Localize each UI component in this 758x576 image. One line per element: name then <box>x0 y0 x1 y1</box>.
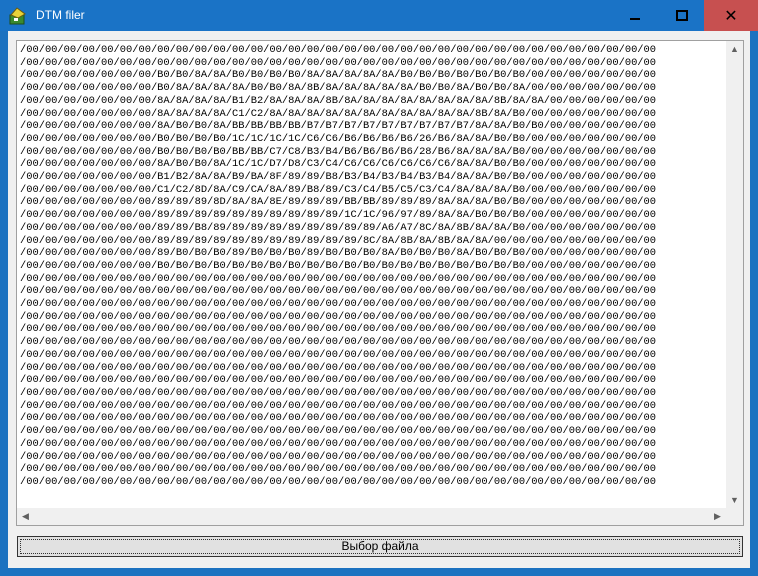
app-window: DTM filer ✕ /00/00/00/00/00/00/00/00/00/… <box>0 0 758 576</box>
memo-line: /00/00/00/00/00/00/00/00/00/00/00/00/00/… <box>20 475 657 488</box>
memo-line: /00/00/00/00/00/00/00/B0/B0/B0/B0/B0/B0/… <box>20 259 657 272</box>
maximize-button[interactable] <box>658 0 704 31</box>
memo-line: /00/00/00/00/00/00/00/89/89/89/89/89/89/… <box>20 209 657 222</box>
memo-line: /00/00/00/00/00/00/00/89/89/89/8D/8A/8A/… <box>20 196 657 209</box>
memo-line: /00/00/00/00/00/00/00/B0/8A/8A/8A/8A/B0/… <box>20 82 657 95</box>
scroll-left-icon[interactable]: ◀ <box>17 508 34 525</box>
select-file-button[interactable]: Выбор файла <box>17 536 743 557</box>
memo-line: /00/00/00/00/00/00/00/89/89/89/89/89/89/… <box>20 234 657 247</box>
memo-line: /00/00/00/00/00/00/00/00/00/00/00/00/00/… <box>20 56 657 69</box>
memo-line: /00/00/00/00/00/00/00/00/00/00/00/00/00/… <box>20 44 657 56</box>
memo-line: /00/00/00/00/00/00/00/B0/B0/B0/B0/BB/BB/… <box>20 145 657 158</box>
scroll-up-icon[interactable]: ▲ <box>726 41 743 58</box>
app-icon <box>9 7 26 25</box>
memo-line: /00/00/00/00/00/00/00/8A/B0/B0/8A/BB/BB/… <box>20 120 657 133</box>
memo-line: /00/00/00/00/00/00/00/00/00/00/00/00/00/… <box>20 348 657 361</box>
memo-line: /00/00/00/00/00/00/00/00/00/00/00/00/00/… <box>20 323 657 336</box>
close-button[interactable]: ✕ <box>704 0 758 31</box>
memo-line: /00/00/00/00/00/00/00/00/00/00/00/00/00/… <box>20 386 657 399</box>
client-area: /00/00/00/00/00/00/00/00/00/00/00/00/00/… <box>8 31 750 568</box>
memo-line: /00/00/00/00/00/00/00/00/00/00/00/00/00/… <box>20 298 657 311</box>
memo-line: /00/00/00/00/00/00/00/00/00/00/00/00/00/… <box>20 285 657 298</box>
vertical-scrollbar[interactable]: ▲ ▼ <box>726 41 743 509</box>
memo-line: /00/00/00/00/00/00/00/B1/B2/8A/8A/B9/BA/… <box>20 171 657 184</box>
memo-line: /00/00/00/00/00/00/00/00/00/00/00/00/00/… <box>20 310 657 323</box>
memo-line: /00/00/00/00/00/00/00/00/00/00/00/00/00/… <box>20 412 657 425</box>
scroll-right-icon[interactable]: ▶ <box>709 508 726 525</box>
memo-line: /00/00/00/00/00/00/00/B0/B0/8A/8A/B0/B0/… <box>20 69 657 82</box>
memo-textarea[interactable]: /00/00/00/00/00/00/00/00/00/00/00/00/00/… <box>16 40 744 526</box>
memo-line: /00/00/00/00/00/00/00/00/00/00/00/00/00/… <box>20 361 657 374</box>
memo-line: /00/00/00/00/00/00/00/B0/B0/B0/B0/1C/1C/… <box>20 132 657 145</box>
memo-line: /00/00/00/00/00/00/00/8A/B0/B0/8A/1C/1C/… <box>20 158 657 171</box>
minimize-icon <box>630 18 640 20</box>
memo-line: /00/00/00/00/00/00/00/89/B0/B0/B0/89/B0/… <box>20 247 657 260</box>
memo-line: /00/00/00/00/00/00/00/00/00/00/00/00/00/… <box>20 450 657 463</box>
memo-line: /00/00/00/00/00/00/00/00/00/00/00/00/00/… <box>20 399 657 412</box>
close-icon: ✕ <box>724 6 738 25</box>
memo-line: /00/00/00/00/00/00/00/8A/8A/8A/8A/B1/B2/… <box>20 94 657 107</box>
memo-line: /00/00/00/00/00/00/00/8A/8A/8A/8A/C1/C2/… <box>20 107 657 120</box>
memo-line: /00/00/00/00/00/00/00/00/00/00/00/00/00/… <box>20 463 657 476</box>
memo-line: /00/00/00/00/00/00/00/89/89/B8/89/89/89/… <box>20 221 657 234</box>
title-bar[interactable]: DTM filer ✕ <box>0 0 758 31</box>
window-title: DTM filer <box>36 8 85 22</box>
scrollbar-corner <box>726 508 743 525</box>
memo-text[interactable]: /00/00/00/00/00/00/00/00/00/00/00/00/00/… <box>20 44 724 504</box>
memo-line: /00/00/00/00/00/00/00/00/00/00/00/00/00/… <box>20 272 657 285</box>
scroll-down-icon[interactable]: ▼ <box>726 492 743 509</box>
memo-line: /00/00/00/00/00/00/00/00/00/00/00/00/00/… <box>20 374 657 387</box>
memo-line: /00/00/00/00/00/00/00/00/00/00/00/00/00/… <box>20 425 657 438</box>
memo-line: /00/00/00/00/00/00/00/00/00/00/00/00/00/… <box>20 336 657 349</box>
horizontal-scrollbar[interactable]: ◀ ▶ <box>17 508 726 525</box>
memo-line: /00/00/00/00/00/00/00/C1/C2/8D/8A/C9/CA/… <box>20 183 657 196</box>
minimize-button[interactable] <box>612 0 658 31</box>
maximize-icon <box>676 10 688 21</box>
memo-line: /00/00/00/00/00/00/00/00/00/00/00/00/00/… <box>20 437 657 450</box>
